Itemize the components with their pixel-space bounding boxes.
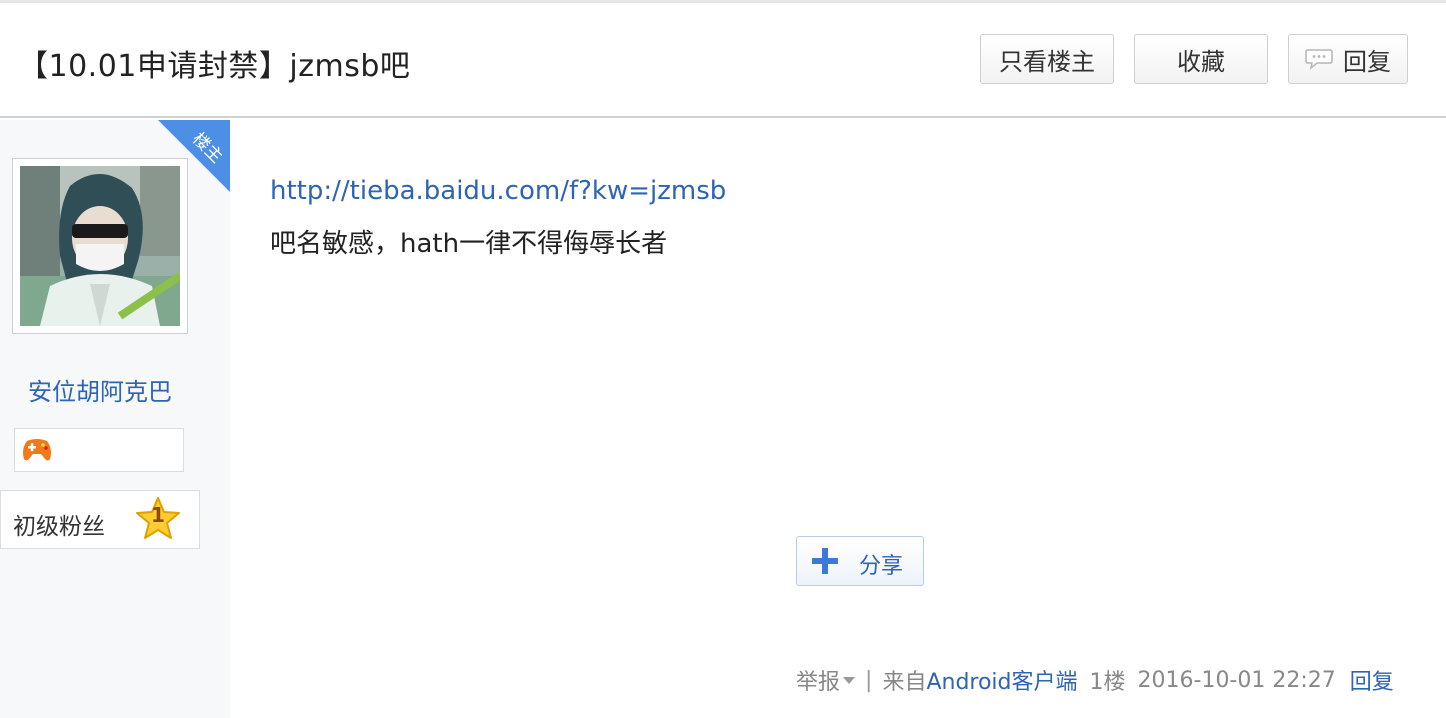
post-footer: 举报 | 来自 Android客户端 1楼 2016-10-01 22:27 回… <box>796 664 1394 696</box>
plus-icon <box>812 548 838 574</box>
reply-button[interactable]: 回复 <box>1288 34 1408 84</box>
speech-bubble-icon <box>1305 48 1333 70</box>
footer-separator: | <box>865 667 873 693</box>
favorite-button[interactable]: 收藏 <box>1134 34 1268 84</box>
avatar <box>20 166 180 326</box>
fan-level-name: 初级粉丝 <box>13 514 105 540</box>
footer-reply-link[interactable]: 回复 <box>1350 664 1394 696</box>
post-timestamp: 2016-10-01 22:27 <box>1137 667 1336 693</box>
from-prefix: 来自 <box>882 670 927 695</box>
reply-label: 回复 <box>1343 47 1391 76</box>
user-icons-box <box>14 428 184 472</box>
share-button[interactable]: 分享 <box>796 536 924 586</box>
floor-number: 1楼 <box>1089 670 1126 695</box>
thread-header: 【10.01申请封禁】jzmsb吧 只看楼主 收藏 回复 <box>0 3 1446 118</box>
thread-title: 【10.01申请封禁】jzmsb吧 <box>18 49 411 84</box>
author-username[interactable]: 安位胡阿克巴 <box>0 372 200 407</box>
fan-level-number: 1 <box>151 503 165 527</box>
fan-level-box: 初级粉丝 1 <box>0 490 200 549</box>
only-op-button[interactable]: 只看楼主 <box>980 34 1114 84</box>
avatar-frame[interactable] <box>12 158 188 334</box>
favorite-label: 收藏 <box>1177 47 1225 76</box>
caret-down-icon[interactable] <box>843 676 856 684</box>
post-text: 吧名敏感，hath一律不得侮辱长者 <box>270 229 668 259</box>
report-link[interactable]: 举报 <box>796 664 840 696</box>
game-controller-icon[interactable] <box>21 437 53 463</box>
client-link[interactable]: Android客户端 <box>926 664 1077 696</box>
only-op-label: 只看楼主 <box>999 47 1095 76</box>
share-label: 分享 <box>859 554 904 579</box>
post-link[interactable]: http://tieba.baidu.com/f?kw=jzmsb <box>270 176 726 206</box>
